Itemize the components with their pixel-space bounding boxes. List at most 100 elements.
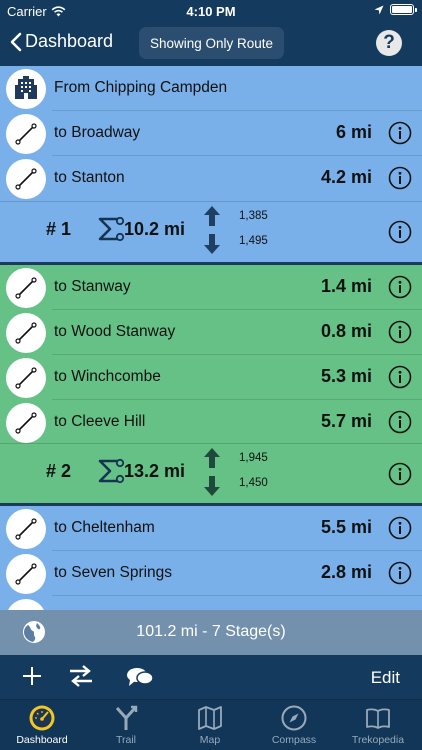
row-distance: 6 mi [335,122,372,142]
route-list[interactable]: From Chipping Campden to Broadway 6 mi t… [0,66,422,610]
stage-row-partial[interactable] [0,596,422,610]
row-distance: 2.8 mi [320,562,372,582]
stage-row[interactable]: to Broadway 6 mi [0,111,422,156]
stage-row[interactable]: to Seven Springs 2.8 mi [0,551,422,596]
sigma-route-icon [98,216,125,242]
info-icon[interactable] [388,516,412,540]
row-label: to Winchcombe [54,368,161,385]
route-segment-icon [6,358,46,398]
descent-value: 1,495 [239,235,268,247]
navigation-bar: Dashboard Showing Only Route ? [0,22,422,66]
route-segment-icon [6,554,46,594]
info-icon[interactable] [388,410,412,434]
bottom-toolbar: Edit [0,655,422,699]
descent-arrow-icon [204,476,220,496]
info-icon[interactable] [388,365,412,389]
chevron-left-icon [10,32,22,51]
stage-row[interactable]: to Cheltenham 5.5 mi [0,506,422,551]
info-icon[interactable] [388,166,412,190]
info-icon[interactable] [388,220,412,244]
stage-row[interactable]: to Stanway 1.4 mi [0,265,422,310]
swap-direction-icon[interactable] [68,665,94,687]
tab-label: Map [199,734,221,746]
app-screen: Carrier 4:10 PM Dashboard Showing Only R… [0,0,422,750]
location-arrow-icon [374,5,384,14]
comments-icon[interactable] [126,666,154,688]
route-segment-icon [6,159,46,199]
stage-row[interactable]: to Cleeve Hill 5.7 mi [0,400,422,445]
row-label: to Wood Stanway [54,323,176,340]
stage-number: # 2 [46,461,72,481]
ascent-arrow-icon [204,448,220,468]
stage-row[interactable]: to Winchcombe 5.3 mi [0,355,422,400]
tab-label: Compass [271,734,317,746]
summary-divider [0,443,422,444]
info-icon[interactable] [388,275,412,299]
stage-total-distance: 10.2 mi [124,219,186,239]
info-icon[interactable] [388,121,412,145]
back-label: Dashboard [25,31,114,51]
stage-2: to Stanway 1.4 mi to Wood Stanway 0.8 mi… [0,265,422,503]
battery-icon [390,4,417,15]
row-label: to Broadway [54,124,141,141]
row-distance: 5.7 mi [320,411,372,431]
row-label: to Seven Springs [54,564,173,581]
ascent-arrow-icon [204,206,220,226]
tab-dashboard[interactable]: Dashboard [0,704,84,746]
tab-map[interactable]: Map [168,704,252,746]
tab-trekopedia[interactable]: Trekopedia [336,704,420,746]
row-label: to Cheltenham [54,519,155,536]
sigma-route-icon [98,458,125,484]
route-segment-icon [6,114,46,154]
help-button[interactable]: ? [376,30,402,56]
tab-compass[interactable]: Compass [252,704,336,746]
tab-bar: Dashboard Trail Map Compass Trekopedia [0,699,422,750]
route-segment-icon [6,509,46,549]
tab-label: Trekopedia [351,734,405,746]
ascent-value: 1,945 [239,452,268,464]
tab-label: Dashboard [16,734,68,746]
status-right [374,4,417,15]
start-row[interactable]: From Chipping Campden [0,66,422,111]
stage-1: From Chipping Campden to Broadway 6 mi t… [0,66,422,262]
stage-row[interactable]: to Wood Stanway 0.8 mi [0,310,422,355]
stage-total-distance: 13.2 mi [124,461,186,481]
info-icon[interactable] [388,462,412,486]
route-filter-toggle[interactable]: Showing Only Route [139,27,284,59]
map-icon [198,706,222,730]
add-icon[interactable] [22,666,42,686]
stage-summary[interactable]: # 2 13.2 mi 1,945 1,450 [0,443,422,504]
summary-divider [0,201,422,202]
stage-3: to Cheltenham 5.5 mi to Seven Springs 2.… [0,506,422,610]
route-segment-icon [6,599,46,610]
stage-summary[interactable]: # 1 10.2 mi 1,385 1,495 [0,201,422,262]
clock: 4:10 PM [186,4,236,19]
info-icon[interactable] [388,561,412,585]
route-summary-text: 101.2 mi - 7 Stage(s) [136,623,286,640]
row-distance: 4.2 mi [320,167,372,187]
route-segment-icon [6,268,46,308]
route-summary-bar: 101.2 mi - 7 Stage(s) [0,610,422,655]
row-label: From Chipping Campden [54,79,228,96]
row-label: to Stanway [54,278,131,295]
row-label: to Stanton [54,169,125,186]
route-segment-icon [6,313,46,353]
edit-button[interactable]: Edit [371,668,400,688]
trail-fork-icon [115,705,138,730]
row-distance: 0.8 mi [320,321,372,341]
stage-row[interactable]: to Stanton 4.2 mi [0,156,422,201]
compass-icon [281,705,307,731]
book-icon [366,708,390,729]
tab-label: Trail [115,734,137,746]
info-icon[interactable] [388,320,412,344]
row-distance: 5.3 mi [320,366,372,386]
stage-number: # 1 [46,219,72,239]
status-bar: Carrier 4:10 PM [0,0,422,22]
speedometer-icon [29,705,55,731]
row-distance: 5.5 mi [320,517,372,537]
tab-trail[interactable]: Trail [84,704,168,746]
back-button[interactable]: Dashboard [10,31,113,52]
route-segment-icon [6,403,46,443]
hotel-icon [6,69,46,109]
descent-value: 1,450 [239,477,268,489]
